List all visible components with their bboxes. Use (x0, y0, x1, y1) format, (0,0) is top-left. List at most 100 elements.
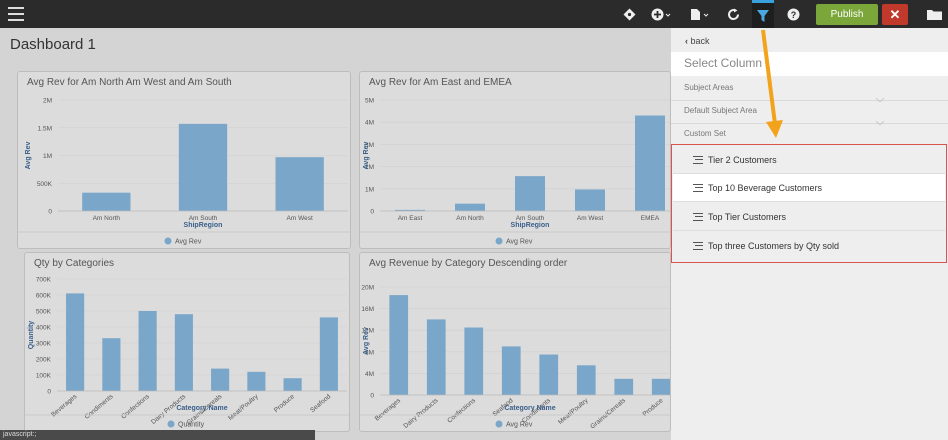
custom-set-item[interactable]: Top three Customers by Qty sold (673, 232, 945, 260)
y-tick-label: 16M (361, 306, 374, 313)
y-tick-label: 100K (36, 373, 52, 380)
y-tick-label: 300K (36, 341, 52, 348)
y-axis-label: Quantity (28, 321, 35, 349)
y-tick-label: 0 (48, 209, 52, 216)
y-tick-label: 500K (37, 181, 53, 188)
x-tick-label: Seafood (309, 393, 332, 414)
y-tick-label: 0 (47, 389, 51, 396)
x-tick-label: Meat/Poultry (227, 393, 260, 422)
custom-set-item-label: Top Tier Customers (708, 211, 787, 222)
y-tick-label: 600K (36, 293, 52, 300)
legend-swatch (495, 420, 503, 428)
custom-set-item-label: Top three Customers by Qty sold (708, 241, 840, 251)
x-tick-label: Confections (446, 397, 477, 425)
hamburger-menu-icon[interactable] (8, 7, 24, 21)
bar (211, 368, 230, 391)
chart-svg: 0 500K 1M 1.5M 2M Avg Rev Am North Am South Am W… (18, 98, 350, 246)
x-tick-label: EMEA (641, 215, 660, 222)
legend-label: Avg Rev (175, 239, 202, 246)
y-tick-label: 500K (36, 309, 52, 316)
custom-set-item-label: Top 10 Beverage Customers (708, 182, 823, 193)
status-bar: javascript:; (0, 430, 315, 440)
legend-swatch (495, 237, 503, 245)
y-tick-label: 5M (365, 98, 374, 105)
filter-icon[interactable] (752, 0, 774, 28)
y-tick-label: 1M (43, 153, 52, 160)
section-custom-set[interactable]: Custom Set (684, 129, 726, 138)
publish-button[interactable]: Publish (816, 4, 878, 25)
y-tick-label: 0 (370, 209, 374, 216)
back-label: back (690, 36, 710, 46)
close-button[interactable]: ✕ (882, 4, 908, 25)
list-icon (693, 183, 703, 192)
chart-panel-avg-rev-east-emea[interactable]: Avg Rev for Am East and EMEA 0 1M 2M 3M 4M 5M… (359, 71, 671, 249)
x-tick-label: Beverages (374, 397, 403, 423)
x-tick-label: Am North (93, 215, 121, 222)
x-tick-label: Am North (456, 215, 484, 222)
legend-label: Quantity (178, 422, 205, 429)
chart-panel-avg-revenue-by-category[interactable]: Avg Revenue by Category Descending order… (359, 252, 671, 432)
custom-set-item[interactable]: Top 10 Beverage Customers (673, 174, 945, 202)
chart-svg: 0100K200K300K400K500K600K700KQuantityBev… (25, 277, 349, 429)
x-tick-label: Am West (577, 215, 603, 222)
top-toolbar: ? Publish ✕ (0, 0, 948, 28)
divider (671, 100, 948, 101)
y-axis-label: Avg Rev (363, 327, 370, 355)
chart-panel-qty-by-categories[interactable]: Qty by Categories 0 100K 200K 300K 400K 500K 6… (24, 252, 350, 432)
bar (102, 338, 121, 391)
chart-panel-avg-rev-americas[interactable]: Avg Rev for Am North Am West and Am Sout… (17, 71, 351, 249)
y-tick-label: 4M (365, 120, 374, 127)
x-tick-label: Produce (273, 393, 296, 414)
bar (614, 378, 634, 395)
y-axis-label: Avg Rev (363, 142, 370, 170)
x-tick-label: Dairy Products (402, 397, 440, 430)
select-column-panel: ‹ back Select Column Subject Areas Defau… (671, 28, 948, 440)
x-tick-label: Grains/Cereals (589, 397, 627, 431)
y-tick-label: 1.5M (38, 125, 52, 132)
bar (464, 327, 484, 395)
back-link[interactable]: ‹ back (685, 36, 710, 46)
x-tick-label: Meat/Poultry (557, 397, 590, 426)
bar (178, 123, 228, 211)
add-icon[interactable] (650, 4, 672, 24)
custom-set-list: Tier 2 Customers Top 10 Beverage Custome… (671, 144, 947, 263)
custom-set-item[interactable]: Top Tier Customers (673, 203, 945, 231)
y-tick-label: 2M (43, 98, 52, 105)
section-subject-areas[interactable]: Subject Areas (684, 83, 733, 92)
tag-icon[interactable] (622, 4, 636, 24)
bar (576, 365, 596, 395)
y-tick-label: 700K (36, 277, 52, 284)
x-axis-label: Category Name (504, 405, 555, 412)
legend-swatch (167, 420, 175, 428)
legend-label: Avg Rev (506, 239, 533, 246)
custom-set-item[interactable]: Tier 2 Customers (673, 146, 945, 174)
chevron-down-icon (876, 121, 884, 125)
chevron-left-icon: ‹ (685, 36, 688, 46)
refresh-icon[interactable] (726, 4, 740, 24)
svg-text:?: ? (790, 10, 796, 20)
bar (651, 378, 670, 395)
help-icon[interactable]: ? (786, 4, 800, 24)
bar (515, 176, 545, 211)
x-tick-label: Condiments (84, 393, 116, 421)
list-icon (693, 242, 703, 250)
bar (138, 311, 157, 391)
y-axis-label: Avg Rev (25, 142, 32, 170)
y-tick-label: 4M (365, 371, 374, 378)
select-column-header: Select Column (671, 52, 948, 76)
dashboard-title: Dashboard 1 (10, 36, 96, 53)
x-axis-label: ShipRegion (184, 222, 223, 229)
bar (455, 203, 485, 211)
y-tick-label: 20M (361, 285, 374, 292)
y-tick-label: 1M (365, 186, 374, 193)
document-icon[interactable] (688, 4, 710, 24)
section-default-subject-area[interactable]: Default Subject Area (684, 106, 757, 115)
bar (575, 189, 605, 211)
x-tick-label: Am West (287, 215, 313, 222)
legend-swatch (164, 237, 172, 245)
bar (174, 314, 193, 391)
folder-icon[interactable] (926, 4, 942, 24)
y-tick-label: 400K (36, 325, 52, 332)
y-tick-label: 200K (36, 357, 52, 364)
y-tick-label: 0 (370, 393, 374, 400)
